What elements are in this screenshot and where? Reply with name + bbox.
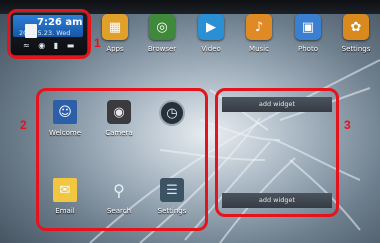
dock-label: Settings xyxy=(341,45,371,53)
dock-app-video[interactable]: ▶ Video xyxy=(195,14,227,53)
dock-app-browser[interactable]: ◎ Browser xyxy=(146,14,178,53)
settings-icon: ✿ xyxy=(343,14,369,40)
dock-label: Photo xyxy=(298,45,318,53)
dock-app-music[interactable]: ♪ Music xyxy=(243,14,275,53)
video-icon: ▶ xyxy=(198,14,224,40)
callout-number-1: 1 xyxy=(94,36,101,50)
callout-number-2: 2 xyxy=(20,118,27,132)
callout-number-3: 3 xyxy=(344,118,351,132)
dock-label: Video xyxy=(201,45,221,53)
dock-label: Music xyxy=(249,45,269,53)
dock-app-apps[interactable]: ▦ Apps xyxy=(99,14,131,53)
music-icon: ♪ xyxy=(246,14,272,40)
dock-label: Browser xyxy=(147,45,177,53)
dock-label: Apps xyxy=(106,45,124,53)
photo-icon: ▣ xyxy=(295,14,321,40)
highlight-clock-area xyxy=(7,9,91,59)
apps-icon: ▦ xyxy=(102,14,128,40)
highlight-shortcuts-area xyxy=(36,88,208,231)
home-screen: 7:26 am 2012.5.23. Wed ≈ ◉ ▮ ▬ ▦ Apps ◎ … xyxy=(0,0,380,243)
dock-app-settings[interactable]: ✿ Settings xyxy=(340,14,372,53)
highlight-widget-area xyxy=(215,88,339,217)
dock-app-photo[interactable]: ▣ Photo xyxy=(292,14,324,53)
browser-icon: ◎ xyxy=(149,14,175,40)
